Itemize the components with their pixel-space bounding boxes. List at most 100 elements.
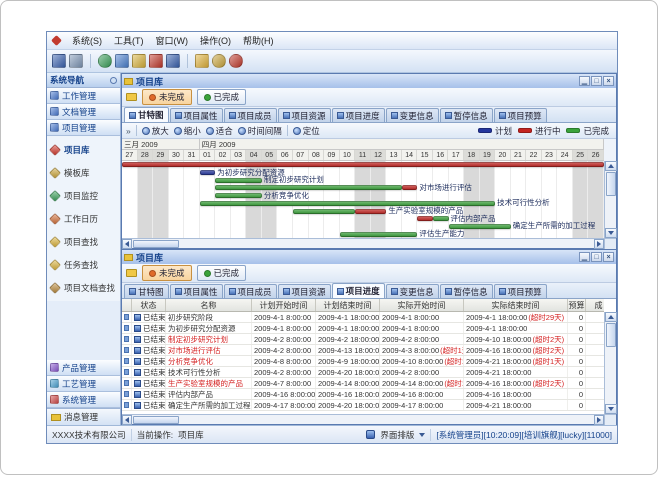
filter-已完成[interactable]: 已完成 (197, 265, 247, 281)
scroll-right-icon[interactable] (594, 415, 604, 425)
lock-icon[interactable] (195, 54, 209, 68)
tab-项目预算[interactable]: 项目预算 (494, 284, 547, 298)
monitor-icon[interactable] (166, 54, 180, 68)
sidebar-section-产品管理[interactable]: 产品管理 (47, 360, 120, 376)
chart-icon[interactable] (149, 54, 163, 68)
gantt-horizontal-scrollbar[interactable] (122, 238, 616, 248)
tab-暂停信息[interactable]: 暂停信息 (440, 108, 493, 122)
sidebar-item-项目监控[interactable]: 项目监控 (47, 184, 120, 207)
sidebar-item-工作日历[interactable]: 工作日历 (47, 207, 120, 230)
table-row[interactable]: 已结束分析竞争优化2009-4-8 8:00:002009-4-9 18:00:… (122, 356, 604, 367)
minimize-button[interactable]: ▁ (579, 252, 590, 262)
sidebar-section-工作管理[interactable]: 工作管理 (47, 88, 120, 104)
tab-甘特图[interactable]: 甘特图 (124, 107, 169, 122)
column-header-计划开始时间[interactable]: 计划开始时间 (252, 299, 316, 311)
tab-项目进度[interactable]: 项目进度 (332, 108, 385, 122)
tab-暂停信息[interactable]: 暂停信息 (440, 284, 493, 298)
tab-项目成员[interactable]: 项目成员 (224, 284, 277, 298)
tab-变更信息[interactable]: 变更信息 (386, 284, 439, 298)
menu-item[interactable]: 窗口(W) (150, 33, 195, 48)
tab-项目预算[interactable]: 项目预算 (494, 108, 547, 122)
maximize-button[interactable]: □ (591, 252, 602, 262)
gantt-vertical-scrollbar[interactable] (604, 161, 616, 238)
mail-icon[interactable] (132, 54, 146, 68)
tool-时间间隔[interactable]: 时间间隔 (238, 125, 282, 137)
chevron-icon[interactable]: » (126, 126, 131, 136)
column-header-实际结束时间[interactable]: 实际结束时间 (464, 299, 568, 311)
scrollbar-thumb[interactable] (606, 172, 616, 196)
table-row[interactable]: 已结束确定生产所需的加工过程2009-4-17 8:00:002009-4-20… (122, 400, 604, 411)
pin-icon[interactable] (110, 77, 117, 84)
close-button[interactable]: × (603, 76, 614, 86)
column-header-计划结束时间[interactable]: 计划结束时间 (316, 299, 380, 311)
gantt-bar[interactable] (122, 162, 604, 167)
sidebar-section-文档管理[interactable]: 文档管理 (47, 104, 120, 120)
tool-放大[interactable]: 放大 (142, 125, 169, 137)
tab-项目成员[interactable]: 项目成员 (224, 108, 277, 122)
gantt-bar[interactable] (340, 232, 418, 237)
sidebar-item-项目库[interactable]: 项目库 (47, 138, 120, 161)
scroll-down-icon[interactable] (605, 404, 617, 414)
scroll-down-icon[interactable] (605, 228, 617, 238)
gantt-window-titlebar[interactable]: 项目库 ▁□× (122, 74, 616, 88)
menu-item[interactable]: 工具(T) (108, 33, 150, 48)
save-icon[interactable] (52, 54, 66, 68)
maximize-button[interactable]: □ (591, 76, 602, 86)
minimize-button[interactable]: ▁ (579, 76, 590, 86)
scroll-right-icon[interactable] (594, 239, 604, 249)
sidebar-item-项目查找[interactable]: 项目查找 (47, 230, 120, 253)
sidebar-section-项目管理[interactable]: 项目管理 (47, 120, 120, 136)
gantt-bar[interactable] (293, 209, 355, 214)
stop-icon[interactable] (229, 54, 243, 68)
table-vertical-scrollbar[interactable] (604, 312, 616, 414)
table-row[interactable]: 已结束制定初步研究计划2009-4-2 8:00:002009-4-2 18:0… (122, 334, 604, 345)
filter-未完成[interactable]: 未完成 (142, 89, 192, 105)
sidebar-item-模板库[interactable]: 模板库 (47, 161, 120, 184)
tab-项目属性[interactable]: 项目属性 (170, 284, 223, 298)
scrollbar-thumb[interactable] (133, 416, 179, 424)
gantt-bar[interactable] (355, 209, 386, 214)
column-header-selector[interactable] (122, 299, 132, 311)
scrollbar-thumb[interactable] (606, 323, 616, 347)
filter-已完成[interactable]: 已完成 (197, 89, 247, 105)
tab-message-management[interactable]: 消息管理 (47, 408, 120, 425)
table-row[interactable]: 已结束技术可行性分析2009-4-2 8:00:002009-4-20 18:0… (122, 367, 604, 378)
column-header-状态[interactable]: 状态 (132, 299, 166, 311)
tool-适合[interactable]: 适合 (206, 125, 233, 137)
scroll-left-icon[interactable] (122, 415, 132, 425)
table-row[interactable]: 已结束生产实验室规模的产品2009-4-7 8:00:002009-4-14 8… (122, 378, 604, 389)
tab-甘特图[interactable]: 甘特图 (124, 284, 169, 298)
sidebar-section-工艺管理[interactable]: 工艺管理 (47, 376, 120, 392)
tool-定位[interactable]: 定位 (293, 125, 320, 137)
gantt-bar[interactable] (200, 170, 216, 175)
window-icon[interactable] (115, 54, 129, 68)
menu-item[interactable]: 操作(O) (194, 33, 237, 48)
table-row[interactable]: 已结束初步研究阶段2009-4-1 8:00:002009-4-1 18:00:… (122, 312, 604, 323)
menu-item[interactable]: 系统(S) (66, 33, 108, 48)
table-horizontal-scrollbar[interactable] (122, 414, 616, 424)
tab-项目资源[interactable]: 项目资源 (278, 284, 331, 298)
scroll-up-icon[interactable] (605, 161, 617, 171)
table-window-titlebar[interactable]: 项目库 ▁□× (122, 250, 616, 264)
gantt-bar[interactable] (402, 185, 418, 190)
column-header-实际开始时间[interactable]: 实际开始时间 (380, 299, 464, 311)
tab-变更信息[interactable]: 变更信息 (386, 108, 439, 122)
gantt-bar[interactable] (433, 216, 449, 221)
column-header-预算[interactable]: 预算 (568, 299, 586, 311)
filter-未完成[interactable]: 未完成 (142, 265, 192, 281)
close-button[interactable]: × (603, 252, 614, 262)
tab-项目资源[interactable]: 项目资源 (278, 108, 331, 122)
gantt-bar[interactable] (215, 185, 402, 190)
scroll-up-icon[interactable] (605, 312, 617, 322)
gantt-bar[interactable] (215, 193, 262, 198)
column-header-名称[interactable]: 名称 (166, 299, 252, 311)
key-icon[interactable] (212, 54, 226, 68)
gantt-bar[interactable] (215, 178, 262, 183)
tab-项目属性[interactable]: 项目属性 (170, 108, 223, 122)
gantt-bar[interactable] (417, 216, 433, 221)
tab-项目进度[interactable]: 项目进度 (332, 283, 385, 298)
tool-缩小[interactable]: 缩小 (174, 125, 201, 137)
table-row[interactable]: 已结束评估内部产品2009-4-16 8:00:002009-4-16 18:0… (122, 389, 604, 400)
sidebar-item-项目文档查找[interactable]: 项目文档查找 (47, 276, 120, 299)
dropdown-arrow-icon[interactable] (419, 433, 425, 437)
